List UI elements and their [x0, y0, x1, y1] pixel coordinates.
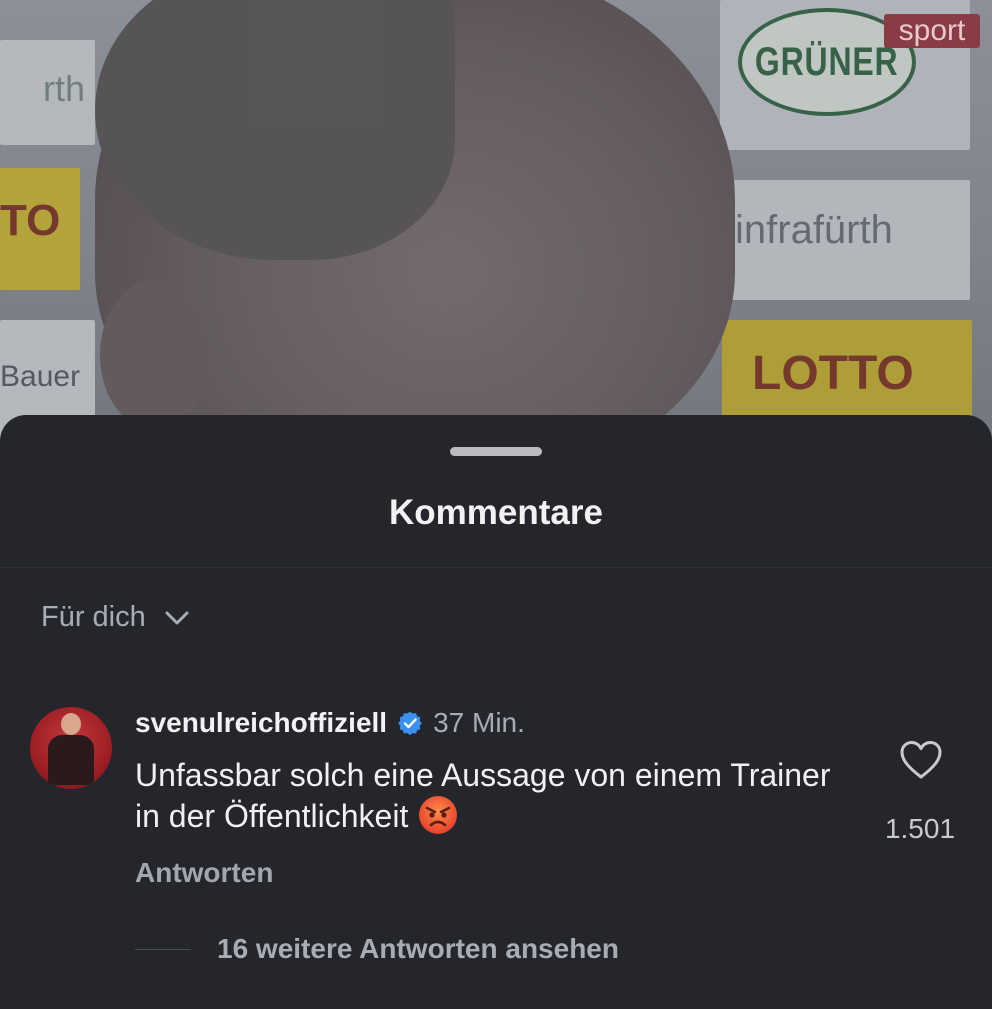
sky-sport-badge: sport	[884, 14, 980, 48]
reply-button[interactable]: Antworten	[135, 857, 273, 889]
avatar-figure-body	[48, 735, 94, 785]
sort-filter-label: Für dich	[41, 601, 146, 633]
verified-badge-icon	[398, 711, 422, 736]
username-link[interactable]: svenulreichoffiziell	[135, 707, 387, 739]
video-frame: rth TO Bauer GRÜNER infrafürth LOTTO spo…	[0, 0, 992, 440]
comment-item: svenulreichoffiziell 37 Min. Unfassbar s…	[0, 705, 992, 905]
comment-text: Unfassbar solch eine Aussage von einem T…	[135, 757, 831, 834]
angry-face-emoji	[419, 796, 458, 834]
divider	[135, 948, 191, 950]
sheet-title: Kommentare	[389, 493, 603, 532]
view-more-replies-button[interactable]: 16 weitere Antworten ansehen	[135, 933, 619, 965]
comments-sheet: Kommentare Für dich svenulreichoffiziell…	[0, 415, 992, 1009]
divider	[0, 567, 992, 568]
video-dim-overlay	[0, 0, 992, 440]
avatar-figure-head	[61, 713, 81, 735]
comment-body: Unfassbar solch eine Aussage von einem T…	[135, 755, 855, 836]
heart-icon[interactable]	[898, 739, 944, 781]
comment-timestamp: 37 Min.	[433, 707, 525, 738]
drag-handle[interactable]	[450, 447, 542, 456]
sort-filter-dropdown[interactable]: Für dich	[41, 601, 192, 634]
avatar[interactable]	[30, 707, 112, 789]
comment-header: svenulreichoffiziell 37 Min.	[135, 707, 525, 739]
chevron-down-icon	[165, 611, 189, 624]
like-count: 1.501	[884, 813, 956, 844]
view-more-replies-label: 16 weitere Antworten ansehen	[217, 933, 619, 964]
